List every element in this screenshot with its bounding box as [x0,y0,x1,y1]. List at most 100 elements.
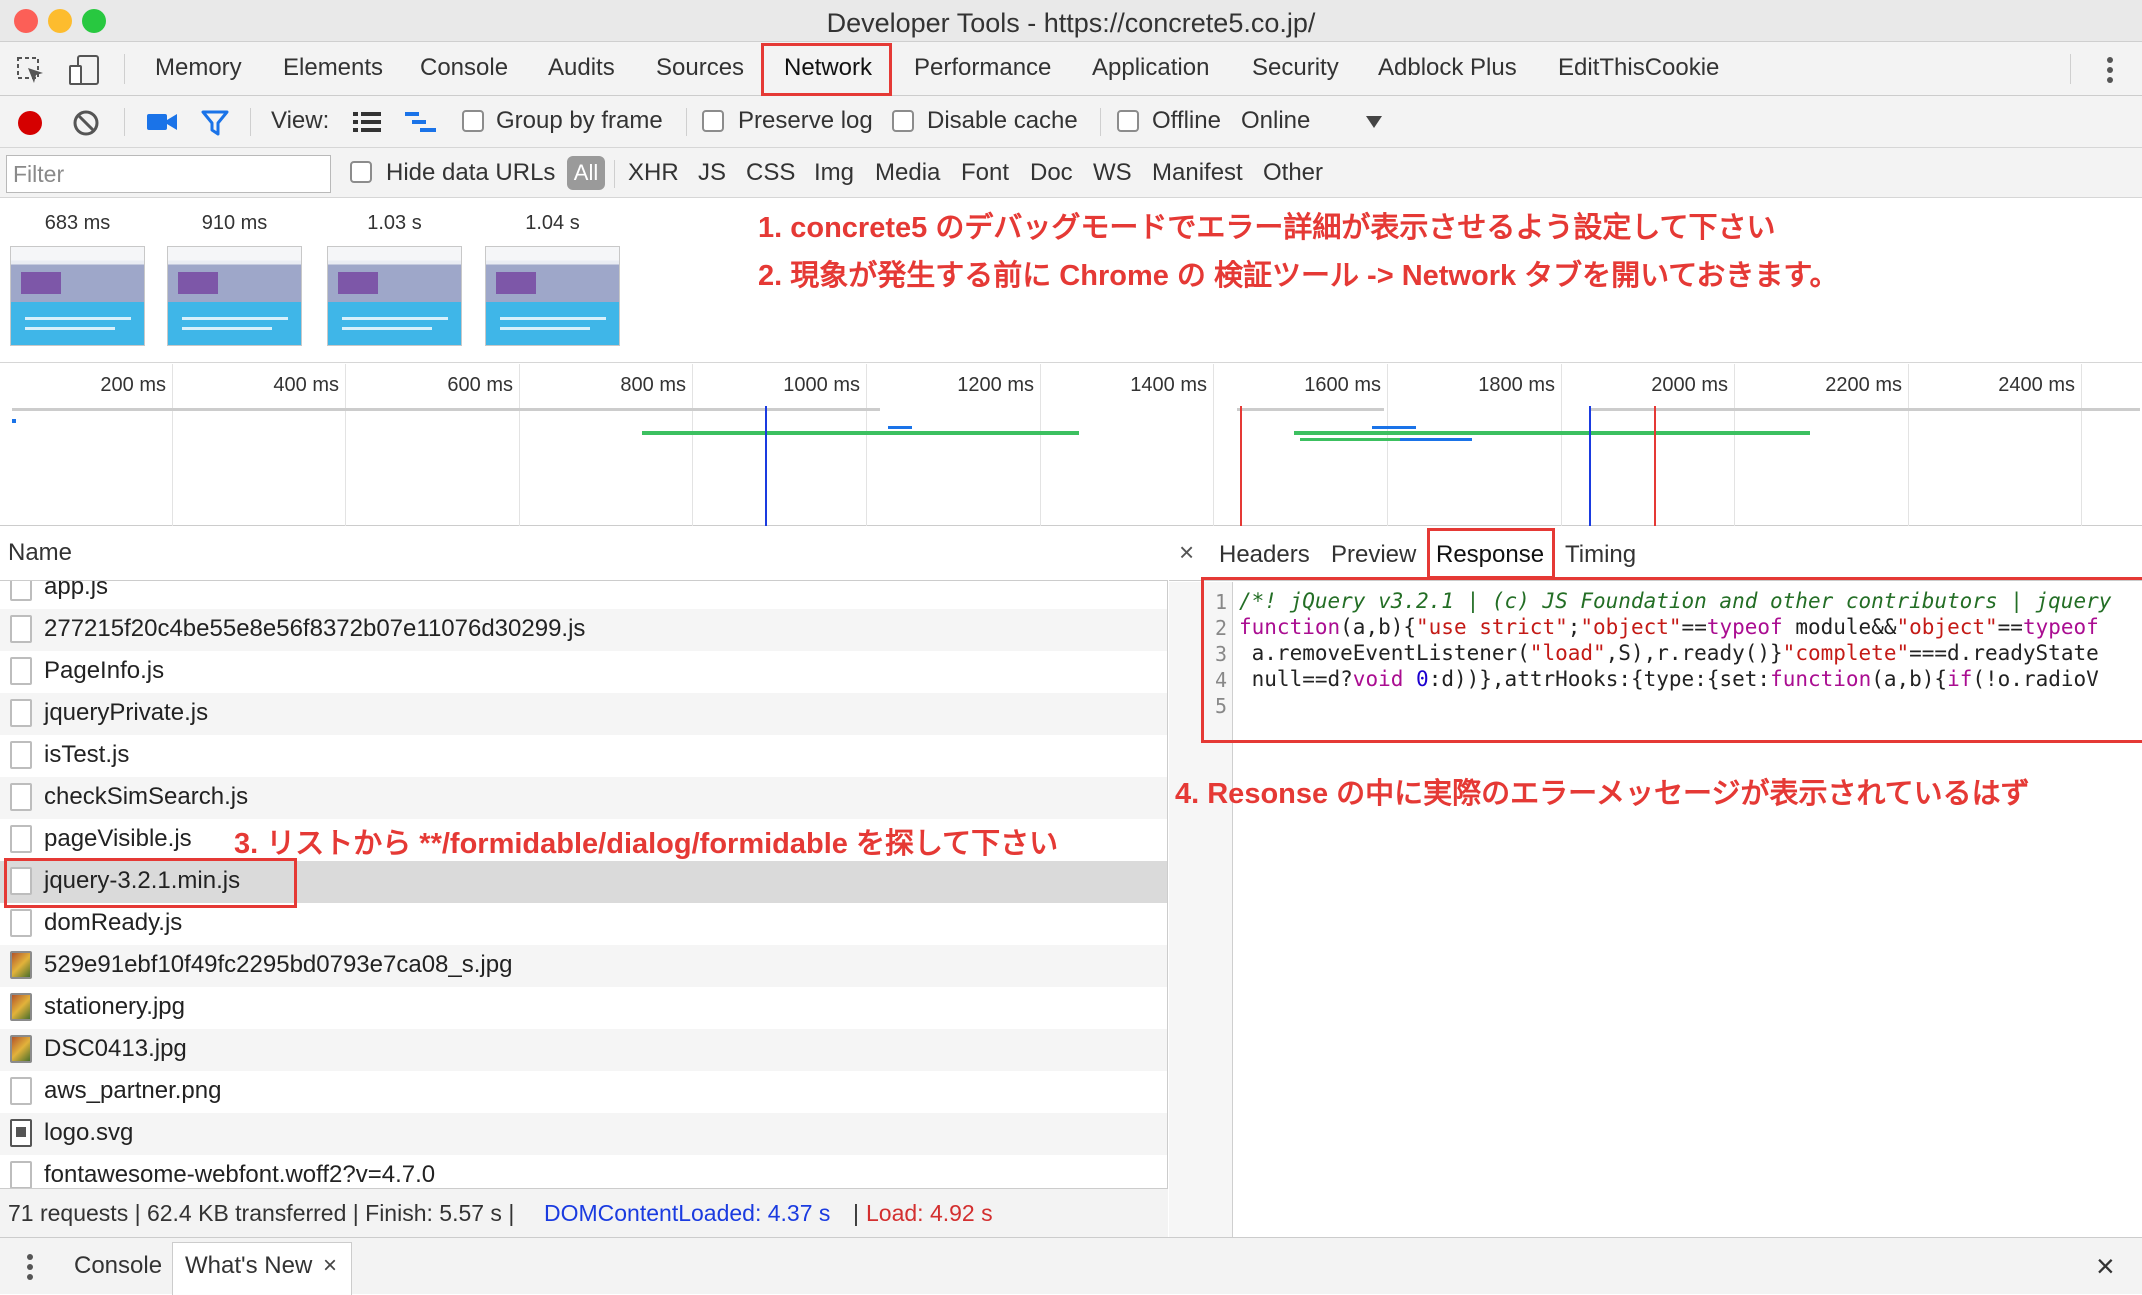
table-row[interactable]: aws_partner.png [0,1071,1167,1113]
dom-content-loaded-marker [765,406,767,526]
screenshot-thumbnail[interactable] [10,246,145,346]
request-bar [642,431,1079,435]
filter-input[interactable] [6,155,331,193]
request-name: isTest.js [44,741,130,768]
tick-label: 800 ms [620,374,686,396]
inspect-element-icon[interactable] [16,56,46,86]
clear-icon[interactable] [72,109,100,137]
tick-label: 2200 ms [1825,374,1902,396]
filter-type-js[interactable]: JS [698,159,726,187]
filter-type-css[interactable]: CSS [746,159,795,187]
tab-elements[interactable]: Elements [283,54,383,82]
response-content-highlight [1201,577,2142,743]
screenshot-filmstrip: 683 ms 910 ms 1.03 s 1.04 s 1. concrete5… [0,198,2142,363]
filter-type-xhr[interactable]: XHR [628,159,679,187]
tab-application[interactable]: Application [1092,54,1209,82]
hide-data-urls-label: Hide data URLs [386,159,556,186]
request-name: logo.svg [44,1119,134,1146]
table-row[interactable]: PageInfo.js [0,651,1167,693]
table-row[interactable]: isTest.js [0,735,1167,777]
table-row[interactable]: 277215f20c4be55e8e56f8372b07e11076d30299… [0,609,1167,651]
more-options-icon[interactable] [2100,54,2120,86]
table-row[interactable]: app.js [0,581,1167,609]
filter-type-font[interactable]: Font [961,159,1009,187]
drawer-menu-icon[interactable] [20,1252,40,1282]
file-icon [10,825,32,853]
preserve-log-checkbox[interactable] [702,110,724,132]
screenshot-thumbnail[interactable] [327,246,462,346]
table-row[interactable]: jqueryPrivate.js [0,693,1167,735]
screenshot-time: 1.04 s [525,212,580,234]
offline-checkbox[interactable] [1117,110,1139,132]
grid-line [1734,364,1735,526]
toolbar-divider [1100,108,1101,136]
toolbar-divider [124,108,125,136]
close-details-icon[interactable]: × [1179,537,1194,568]
request-details-panel: × Headers Preview Response Timing 1 2 3 … [1169,527,2142,1237]
filter-type-ws[interactable]: WS [1093,159,1132,187]
grid-line [345,364,346,526]
request-bar [1400,438,1472,441]
filter-icon[interactable] [200,108,230,138]
request-name: pageVisible.js [44,825,192,852]
tab-preview[interactable]: Preview [1331,541,1416,569]
window-titlebar: Developer Tools - https://concrete5.co.j… [0,0,2142,42]
tab-timing[interactable]: Timing [1565,541,1636,569]
annotation-step-3: 3. リストから **/formidable/dialog/formidable… [234,828,1059,860]
tab-memory[interactable]: Memory [155,54,242,82]
tab-adblock-plus[interactable]: Adblock Plus [1378,54,1517,82]
tick-label: 400 ms [273,374,339,396]
close-drawer-icon[interactable]: × [2096,1248,2115,1285]
drawer-tab-console[interactable]: Console [74,1252,162,1280]
device-toolbar-icon[interactable] [68,54,102,86]
status-summary: 71 requests | 62.4 KB transferred | Fini… [8,1200,515,1226]
table-row[interactable]: domReady.js [0,903,1167,945]
status-separator: | [853,1200,859,1226]
tab-audits[interactable]: Audits [548,54,615,82]
throttling-select[interactable]: Online [1241,107,1310,135]
screenshot-thumbnail[interactable] [167,246,302,346]
request-list-header: Name [0,527,1168,581]
filter-type-manifest[interactable]: Manifest [1152,159,1243,187]
request-name: app.js [44,581,109,600]
capture-screenshots-icon[interactable] [146,110,178,134]
file-icon [10,1077,32,1105]
table-row[interactable]: checkSimSearch.js [0,777,1167,819]
close-tab-icon[interactable]: × [323,1252,337,1280]
group-by-frame-label: Group by frame [496,107,663,134]
toolbar-divider [686,108,687,136]
chevron-down-icon[interactable] [1364,114,1384,130]
table-row[interactable]: stationery.jpg [0,987,1167,1029]
tab-sources[interactable]: Sources [656,54,744,82]
hide-data-urls-checkbox[interactable] [350,161,372,183]
filter-type-all[interactable]: All [567,156,605,190]
screenshot-thumbnail[interactable] [485,246,620,346]
table-row[interactable]: DSC0413.jpg [0,1029,1167,1071]
filter-type-doc[interactable]: Doc [1030,159,1073,187]
table-row[interactable]: 529e91ebf10f49fc2295bd0793e7ca08_s.jpg [0,945,1167,987]
filter-type-media[interactable]: Media [875,159,940,187]
filter-type-img[interactable]: Img [814,159,854,187]
tab-performance[interactable]: Performance [914,54,1051,82]
tick-label: 1400 ms [1130,374,1207,396]
table-row[interactable]: fontawesome-webfont.woff2?v=4.7.0 [0,1155,1167,1188]
waterfall-view-icon[interactable] [404,110,438,134]
tab-editthiscookie[interactable]: EditThisCookie [1558,54,1719,82]
request-name: PageInfo.js [44,657,165,684]
group-by-frame-checkbox[interactable] [462,110,484,132]
toolbar-divider [2070,54,2071,84]
request-bar [1237,408,1297,411]
name-column-header[interactable]: Name [8,539,72,567]
disable-cache-checkbox[interactable] [892,110,914,132]
tab-headers[interactable]: Headers [1219,541,1310,569]
tab-console[interactable]: Console [420,54,508,82]
list-view-icon[interactable] [352,110,382,134]
request-bar [12,419,16,423]
table-row[interactable]: logo.svg [0,1113,1167,1155]
drawer-tab-whats-new[interactable]: What's New × [172,1242,352,1295]
tab-security[interactable]: Security [1252,54,1339,82]
filter-type-other[interactable]: Other [1263,159,1323,187]
request-name: domReady.js [44,909,183,936]
file-icon [10,1161,32,1188]
record-icon[interactable] [16,109,44,137]
